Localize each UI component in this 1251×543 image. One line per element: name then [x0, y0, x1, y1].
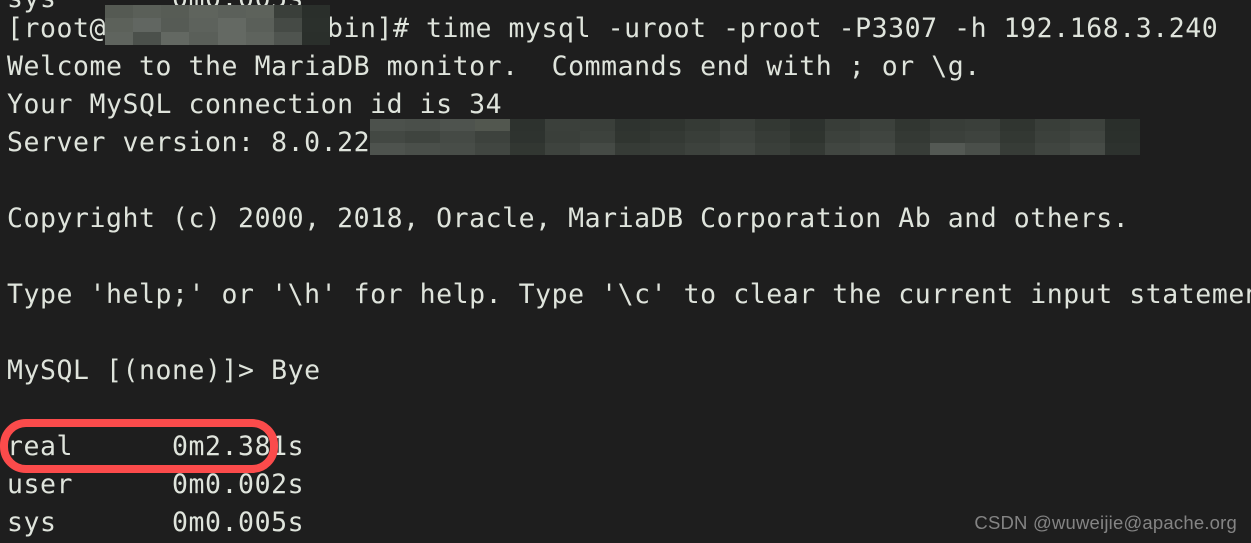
mosaic-cell — [510, 119, 545, 131]
mosaic-cell — [860, 143, 895, 155]
mosaic-cell — [1070, 131, 1105, 143]
mosaic-cell — [1000, 143, 1035, 155]
mosaic-cell — [245, 18, 274, 32]
mosaic-cell — [1035, 131, 1070, 143]
mosaic-cell — [217, 31, 246, 45]
mosaic-cell — [755, 131, 790, 143]
terminal-line-copyright: Copyright (c) 2000, 2018, Oracle, MariaD… — [7, 203, 1130, 234]
mosaic-cell — [1105, 143, 1140, 155]
real-time-highlight-box — [0, 419, 278, 473]
mosaic-cell — [405, 131, 440, 143]
mosaic-cell — [370, 143, 405, 155]
mosaic-cell — [685, 143, 720, 155]
mosaic-cell — [545, 131, 580, 143]
mosaic-cell — [301, 5, 330, 19]
mosaic-cell — [790, 131, 825, 143]
mosaic-cell — [615, 131, 650, 143]
mosaic-cell — [1070, 143, 1105, 155]
mosaic-cell — [895, 143, 930, 155]
mosaic-cell — [615, 143, 650, 155]
mosaic-cell — [895, 131, 930, 143]
mosaic-cell — [580, 119, 615, 131]
mosaic-cell — [1035, 119, 1070, 131]
mosaic-cell — [650, 143, 685, 155]
terminal-line-server-version: Server version: 8.0.22 — [7, 127, 371, 158]
terminal-line-welcome: Welcome to the MariaDB monitor. Commands… — [7, 51, 981, 82]
mosaic-cell — [245, 31, 274, 45]
mosaic-cell — [755, 143, 790, 155]
mosaic-cell — [1070, 119, 1105, 131]
mosaic-cell — [930, 131, 965, 143]
mosaic-cell — [189, 31, 218, 45]
mosaic-cell — [510, 143, 545, 155]
mosaic-cell — [161, 31, 190, 45]
terminal-line-connection-id: Your MySQL connection id is 34 — [7, 89, 503, 120]
terminal-line-prompt-bye: MySQL [(none)]> Bye — [7, 355, 321, 386]
mosaic-cell — [615, 119, 650, 131]
mosaic-cell — [895, 119, 930, 131]
mosaic-cell — [685, 119, 720, 131]
mosaic-cell — [217, 18, 246, 32]
mosaic-cell — [790, 119, 825, 131]
mosaic-cell — [475, 143, 510, 155]
mosaic-cell — [930, 119, 965, 131]
mosaic-cell — [510, 131, 545, 143]
mosaic-cell — [1035, 143, 1070, 155]
terminal-window: sys 0m0.005s [root@ bin]# time mysql -ur… — [0, 0, 1251, 543]
mosaic-cell — [860, 131, 895, 143]
mosaic-cell — [1000, 119, 1035, 131]
mosaic-cell — [133, 31, 162, 45]
mosaic-cell — [273, 31, 302, 45]
terminal-line-prompt-user: [root@ — [7, 13, 107, 44]
mosaic-cell — [440, 131, 475, 143]
mosaic-cell — [105, 18, 134, 32]
mosaic-cell — [860, 119, 895, 131]
mosaic-cell — [720, 143, 755, 155]
mosaic-cell — [1105, 131, 1140, 143]
mosaic-cell — [650, 119, 685, 131]
mosaic-cell — [301, 31, 330, 45]
mosaic-cell — [720, 119, 755, 131]
mosaic-cell — [580, 131, 615, 143]
mosaic-cell — [965, 143, 1000, 155]
mosaic-cell — [1105, 119, 1140, 131]
terminal-line-sys-time: sys 0m0.005s — [7, 507, 305, 538]
terminal-line-help-hint: Type 'help;' or '\h' for help. Type '\c'… — [7, 279, 1251, 310]
mosaic-cell — [930, 143, 965, 155]
server-version-redaction-mosaic — [370, 119, 1140, 155]
mosaic-cell — [475, 131, 510, 143]
mosaic-cell — [825, 143, 860, 155]
mosaic-cell — [755, 119, 790, 131]
csdn-watermark: CSDN @wuweijie@apache.org — [974, 512, 1237, 533]
mosaic-cell — [440, 143, 475, 155]
mosaic-cell — [161, 18, 190, 32]
mosaic-cell — [405, 143, 440, 155]
mosaic-cell — [965, 131, 1000, 143]
mosaic-cell — [580, 143, 615, 155]
mosaic-cell — [685, 131, 720, 143]
mosaic-cell — [1000, 131, 1035, 143]
mosaic-cell — [965, 119, 1000, 131]
mosaic-cell — [370, 131, 405, 143]
mosaic-cell — [790, 143, 825, 155]
mosaic-cell — [189, 18, 218, 32]
mosaic-cell — [273, 18, 302, 32]
terminal-line-command: bin]# time mysql -uroot -proot -P3307 -h… — [327, 13, 1219, 44]
mosaic-cell — [545, 119, 580, 131]
mosaic-cell — [720, 131, 755, 143]
mosaic-cell — [825, 131, 860, 143]
mosaic-cell — [825, 119, 860, 131]
mosaic-cell — [133, 18, 162, 32]
mosaic-cell — [545, 143, 580, 155]
mosaic-cell — [650, 131, 685, 143]
mosaic-cell — [105, 31, 134, 45]
mosaic-cell — [301, 18, 330, 32]
